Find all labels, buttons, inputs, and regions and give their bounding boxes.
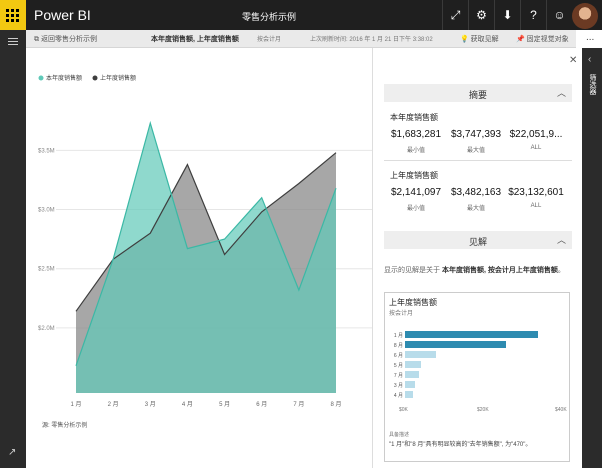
insights-header[interactable]: 见解 ︿ bbox=[384, 231, 572, 249]
app-launcher-icon[interactable] bbox=[0, 0, 26, 30]
bar-label: 5 月 bbox=[393, 363, 403, 369]
x-tick-label: $20K bbox=[477, 407, 489, 413]
x-tick-label: 3 月 bbox=[145, 401, 156, 408]
legend-marker bbox=[92, 75, 98, 81]
bar-label: 6 月 bbox=[393, 353, 403, 359]
stat-value: $3,747,393 bbox=[450, 129, 502, 140]
y-tick-label: $2.5M bbox=[38, 267, 55, 273]
toolbar: ⧉ 返回零售分析示例 本年度销售额, 上年度销售额 按会计月 上次刷新时间: 2… bbox=[26, 30, 576, 48]
app-name[interactable]: Power BI bbox=[34, 7, 91, 23]
bar-label: 8 月 bbox=[393, 343, 403, 349]
stat-value: $3,482,163 bbox=[450, 187, 502, 198]
more-options-icon[interactable]: ... bbox=[586, 32, 594, 43]
bar-label: 1 月 bbox=[393, 333, 403, 339]
stat-label: 最小值 bbox=[406, 148, 425, 154]
stat-value: $1,683,281 bbox=[390, 129, 442, 140]
stat-group-title: 上年度销售额 bbox=[390, 171, 438, 180]
gear-icon[interactable]: ⚙ bbox=[468, 0, 494, 30]
x-tick-label: 8 月 bbox=[330, 401, 341, 408]
insight-card[interactable]: 上年度销售额 按会计月 具备描述 "1 月"和"8 月"具有明显较高的"去年销售… bbox=[384, 292, 570, 462]
stat-value: $22,051,9... bbox=[509, 129, 563, 140]
legend-marker bbox=[38, 75, 44, 81]
x-tick-label: 1 月 bbox=[70, 401, 81, 408]
back-button[interactable]: ⧉ 返回零售分析示例 bbox=[34, 34, 97, 44]
hamburger-icon[interactable] bbox=[8, 38, 18, 47]
avatar[interactable] bbox=[572, 3, 598, 29]
breadcrumb-sub: 按会计月 bbox=[257, 37, 282, 43]
note-header: 具备描述 bbox=[389, 432, 410, 438]
y-tick-label: $2.0M bbox=[38, 326, 55, 332]
stat-label: ALL bbox=[530, 203, 542, 209]
collapse-icon[interactable]: ︿ bbox=[557, 86, 566, 99]
bar-label: 3 月 bbox=[393, 383, 403, 389]
close-icon[interactable]: ✕ bbox=[569, 55, 577, 66]
insight-card-subtitle: 按会计月 bbox=[389, 311, 414, 317]
stat-label: 最大值 bbox=[466, 148, 485, 154]
stat-value: $23,132,601 bbox=[508, 187, 564, 198]
help-icon[interactable]: ? bbox=[520, 0, 546, 30]
expand-arrow-icon[interactable]: ↗ bbox=[8, 447, 16, 458]
y-tick-label: $3.5M bbox=[38, 148, 55, 154]
stat-label: ALL bbox=[530, 145, 542, 151]
expand-icon[interactable]: ⤢ bbox=[442, 0, 468, 30]
bar bbox=[405, 341, 507, 348]
x-tick-label: 2 月 bbox=[108, 401, 119, 408]
smiley-icon[interactable]: ☺ bbox=[546, 0, 572, 30]
summary-header[interactable]: 摘要 ︿ bbox=[384, 84, 572, 102]
bar bbox=[405, 361, 421, 368]
x-tick-label: 4 月 bbox=[182, 401, 193, 408]
insight-note: "1 月"和"8 月"具有明显较高的"去年销售额", 为"470"。 bbox=[389, 442, 532, 448]
legend-label: 上年度销售额 bbox=[100, 74, 136, 82]
x-tick-label: 5 月 bbox=[219, 401, 230, 408]
x-tick-label: 6 月 bbox=[256, 401, 267, 408]
bar bbox=[405, 381, 415, 388]
report-title: 零售分析示例 bbox=[242, 12, 297, 22]
last-refresh: 上次刷新时间: 2016 年 1 月 21 日下午 3:38:02 bbox=[310, 37, 433, 43]
filters-label: 筛选器 bbox=[589, 74, 596, 95]
bar bbox=[405, 371, 419, 378]
collapse-icon[interactable]: ︿ bbox=[557, 233, 566, 246]
stat-label: 最小值 bbox=[406, 206, 425, 212]
download-icon[interactable]: ⬇ bbox=[494, 0, 520, 30]
divider bbox=[384, 160, 572, 161]
x-tick-label: $0K bbox=[399, 407, 408, 413]
insight-card-title: 上年度销售额 bbox=[389, 298, 437, 307]
bar bbox=[405, 331, 538, 338]
top-bar: Power BI 零售分析示例 ⤢ ⚙ ⬇ ? ☺ bbox=[0, 0, 602, 30]
bar-label: 4 月 bbox=[393, 393, 403, 399]
filters-pane[interactable]: ‹ 筛选器 bbox=[582, 48, 602, 468]
y-tick-label: $3.0M bbox=[38, 208, 55, 214]
stat-group-title: 本年度销售额 bbox=[390, 113, 438, 122]
x-tick-label: 7 月 bbox=[293, 401, 304, 408]
area-chart: $2.0M $2.5M $3.0M $3.5M 1 月 2 月 3 月 4 月 5 月 6 月 7 … bbox=[26, 48, 372, 468]
left-nav: ↗ bbox=[0, 30, 26, 468]
stat-value: $2,141,097 bbox=[390, 187, 442, 198]
breadcrumb: 本年度销售额, 上年度销售额 bbox=[151, 36, 239, 43]
x-tick-label: $40K bbox=[555, 407, 567, 413]
bar bbox=[405, 351, 437, 358]
chart-svg: $2.0M $2.5M $3.0M $3.5M 1 月 2 月 3 月 4 月 5 月 6 月 7 … bbox=[38, 74, 372, 408]
bar bbox=[405, 391, 413, 398]
insight-description: 显示的见解是关于 本年度销售额, 按会计月上年度销售额。 bbox=[384, 267, 565, 274]
legend-label: 本年度销售额 bbox=[46, 74, 82, 82]
bar-label: 7 月 bbox=[393, 373, 403, 379]
source-label: 源: 零售分析示例 bbox=[42, 423, 88, 429]
get-insights-button[interactable]: 💡 获取见解 bbox=[460, 34, 499, 44]
stat-label: 最大值 bbox=[466, 206, 485, 212]
chevron-left-icon[interactable]: ‹ bbox=[588, 54, 591, 65]
pin-visual-button[interactable]: 📌 固定视觉对象 bbox=[516, 34, 569, 44]
